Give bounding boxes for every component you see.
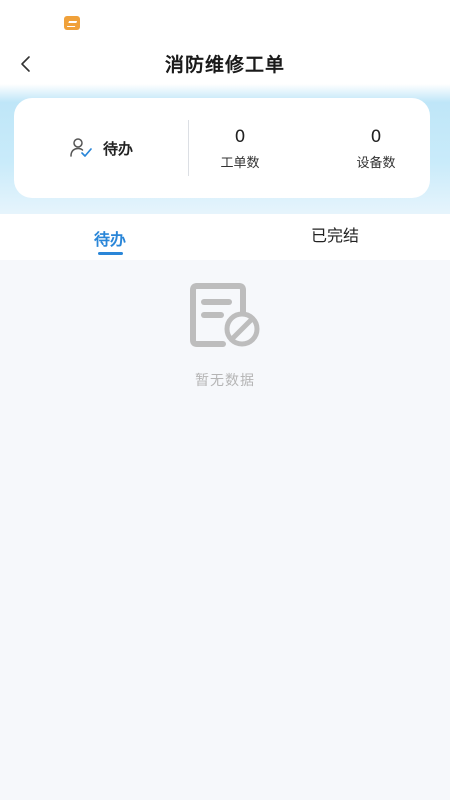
summary-pending-label: 待办 [102,139,133,158]
summary-card: 待办 0 工单数 0 设备数 [14,98,430,198]
page-title: 消防维修工单 [164,54,285,76]
empty-state: 暂无数据 [0,282,450,390]
tab-pending[interactable]: 待办 [50,226,170,250]
tab-bar: 待办 已完结 [0,214,450,260]
document-ban-icon [190,283,260,347]
summary-pending[interactable]: 待办 [14,98,188,198]
order-label: 工单数 [220,156,260,171]
user-check-icon [70,138,92,157]
stat-orders: 0 工单数 [185,126,295,171]
status-bar [0,0,450,44]
device-count: 0 [370,127,382,147]
nav-bar: 消防维修工单 [0,44,450,84]
empty-text: 暂无数据 [195,373,255,389]
stat-devices: 0 设备数 [321,126,431,171]
device-label: 设备数 [356,156,396,171]
app-notification-icon [64,16,80,30]
active-tab-indicator [98,252,123,255]
order-count: 0 [234,127,246,147]
tab-completed[interactable]: 已完结 [275,222,395,246]
